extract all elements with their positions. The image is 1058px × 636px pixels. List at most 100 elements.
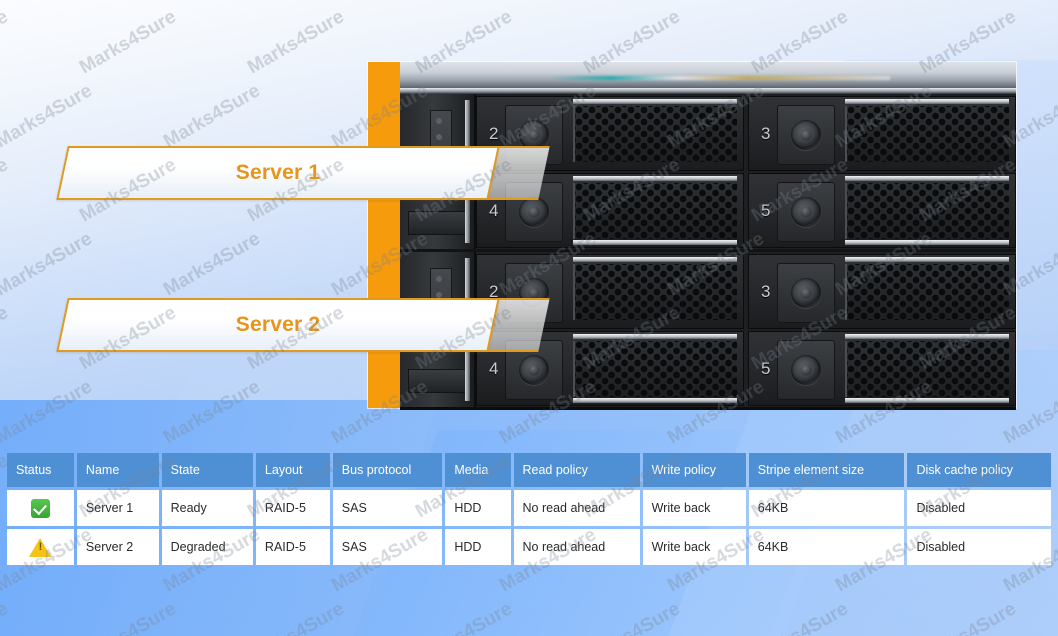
bay-divider — [573, 398, 737, 403]
drive-bay-row: 4 5 — [476, 331, 1016, 406]
table-row[interactable]: Server 1 Ready RAID-5 SAS HDD No read ah… — [7, 490, 1051, 526]
drive-bay-row: 2 3 — [476, 96, 1016, 171]
column-header-write-policy[interactable]: Write policy — [642, 453, 746, 487]
table-header: Status Name State Layout Bus protocol Me… — [7, 453, 1051, 487]
cell-disk-cache-policy: Disabled — [907, 529, 1051, 565]
watermark-text: Marks4Sure — [832, 0, 936, 4]
cell-write-policy: Write back — [642, 490, 746, 526]
drive-bay: 3 — [748, 96, 1016, 171]
status-badge — [7, 529, 74, 565]
bay-divider — [573, 334, 737, 339]
server-chassis-photo: 2 3 4 5 2 3 4 5 — [368, 62, 1016, 410]
table-row[interactable]: Server 2 Degraded RAID-5 SAS HDD No read… — [7, 529, 1051, 565]
bay-divider — [573, 99, 737, 104]
watermark-text: Marks4Sure — [0, 302, 12, 374]
drive-latch-icon — [791, 355, 821, 385]
cell-stripe-element-size: 64KB — [748, 490, 905, 526]
bay-divider — [845, 240, 1009, 245]
watermark-text: Marks4Sure — [76, 598, 180, 636]
status-led-icon — [436, 118, 442, 124]
drive-vent-grille — [845, 106, 1009, 162]
check-ok-icon — [30, 498, 50, 518]
bay-divider — [845, 334, 1009, 339]
watermark-text: Marks4Sure — [0, 376, 96, 448]
drive-latch-housing — [777, 340, 835, 400]
drive-bay: 5 — [748, 331, 1016, 406]
cell-bus-protocol: SAS — [332, 490, 443, 526]
column-header-bus-protocol[interactable]: Bus protocol — [332, 453, 443, 487]
watermark-text: Marks4Sure — [244, 6, 348, 78]
chassis-bottom-edge — [400, 407, 1016, 410]
drive-bay-number: 4 — [489, 200, 499, 220]
drive-vent-grille — [573, 264, 737, 320]
column-header-stripe-element-size[interactable]: Stripe element size — [748, 453, 905, 487]
column-header-state[interactable]: State — [161, 453, 253, 487]
watermark-text: Marks4Sure — [496, 0, 600, 4]
cell-media: HDD — [445, 490, 511, 526]
drive-latch-icon — [791, 197, 821, 227]
cell-name: Server 1 — [76, 490, 159, 526]
virtual-disk-status-table: Status Name State Layout Bus protocol Me… — [4, 450, 1054, 568]
cell-bus-protocol: SAS — [332, 529, 443, 565]
watermark-text: Marks4Sure — [916, 598, 1020, 636]
watermark-text: Marks4Sure — [160, 0, 264, 4]
drive-bay-number: 3 — [761, 281, 771, 301]
column-header-layout[interactable]: Layout — [255, 453, 330, 487]
callout-server-1-label: Server 1 — [235, 161, 321, 184]
bay-divider — [845, 99, 1009, 104]
status-led-icon — [436, 134, 442, 140]
cell-read-policy: No read ahead — [513, 529, 640, 565]
drive-bay-number: 2 — [489, 123, 499, 143]
drive-bay-number: 5 — [761, 358, 771, 378]
power-button-icon — [408, 369, 466, 393]
column-header-name[interactable]: Name — [76, 453, 159, 487]
watermark-text: Marks4Sure — [160, 80, 264, 152]
callout-server-2-label: Server 2 — [235, 313, 321, 336]
watermark-text: Marks4Sure — [328, 0, 432, 4]
cell-layout: RAID-5 — [255, 529, 330, 565]
bay-divider — [845, 398, 1009, 403]
drive-bay-number: 3 — [761, 123, 771, 143]
status-led-icon — [436, 276, 442, 282]
watermark-text: Marks4Sure — [160, 228, 264, 300]
column-header-media[interactable]: Media — [445, 453, 511, 487]
drive-latch-icon — [519, 197, 549, 227]
watermark-text: Marks4Sure — [0, 6, 12, 78]
watermark-text: Marks4Sure — [0, 0, 96, 4]
drive-bay-row: 2 3 — [476, 254, 1016, 329]
column-header-disk-cache-policy[interactable]: Disk cache policy — [907, 453, 1051, 487]
drive-latch-housing — [777, 263, 835, 323]
cell-state: Degraded — [161, 529, 253, 565]
watermark-text: Marks4Sure — [0, 228, 96, 300]
table-body: Server 1 Ready RAID-5 SAS HDD No read ah… — [7, 490, 1051, 565]
bay-divider — [573, 240, 737, 245]
drive-bay: 3 — [748, 254, 1016, 329]
watermark-text: Marks4Sure — [0, 598, 12, 636]
cell-stripe-element-size: 64KB — [748, 529, 905, 565]
drive-latch-housing — [777, 105, 835, 165]
drive-latch-icon — [791, 120, 821, 150]
drive-vent-grille — [573, 183, 737, 239]
watermark-text: Marks4Sure — [244, 598, 348, 636]
drive-vent-grille — [573, 106, 737, 162]
bay-divider — [573, 176, 737, 181]
watermark-text: Marks4Sure — [664, 0, 768, 4]
column-header-status[interactable]: Status — [7, 453, 74, 487]
drive-vent-grille — [845, 341, 1009, 397]
column-header-read-policy[interactable]: Read policy — [513, 453, 640, 487]
cell-disk-cache-policy: Disabled — [907, 490, 1051, 526]
drive-bay: 5 — [748, 173, 1016, 248]
drive-latch-icon — [791, 278, 821, 308]
callout-server-1: Server 1 — [56, 146, 500, 200]
watermark-text: Marks4Sure — [748, 598, 852, 636]
warning-triangle-icon — [29, 537, 52, 557]
bay-divider — [573, 257, 737, 262]
watermark-text: Marks4Sure — [0, 80, 96, 152]
drive-bay-number: 5 — [761, 200, 771, 220]
callout-server-2: Server 2 — [56, 298, 500, 352]
watermark-text: Marks4Sure — [580, 598, 684, 636]
page-root: 2 3 4 5 2 3 4 5 Server 1 Server 2 Status… — [0, 0, 1058, 636]
drive-bay-row: 4 5 — [476, 173, 1016, 248]
drive-vent-grille — [573, 341, 737, 397]
watermark-text: Marks4Sure — [160, 376, 264, 448]
